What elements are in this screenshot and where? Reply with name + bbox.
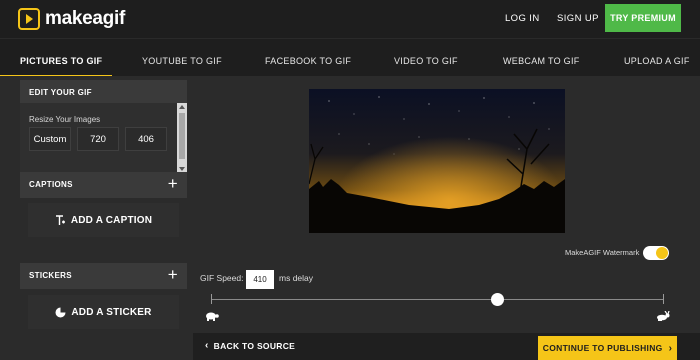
tab-youtube-to-gif[interactable]: YOUTUBE TO GIF: [142, 56, 222, 66]
brand-logo[interactable]: makeagif: [18, 8, 125, 30]
resize-mode-select[interactable]: Custom: [29, 127, 71, 151]
tab-pictures-to-gif[interactable]: PICTURES TO GIF: [20, 56, 102, 66]
scroll-down-icon[interactable]: [179, 167, 185, 171]
resize-scrollbar[interactable]: [177, 103, 187, 173]
add-sticker-button[interactable]: ADD A STICKER: [28, 295, 179, 329]
tab-upload-a-gif[interactable]: UPLOAD A GIF: [624, 56, 690, 66]
login-link[interactable]: LOG IN: [505, 13, 540, 24]
rabbit-icon: [657, 311, 670, 321]
back-to-source-button[interactable]: ‹ BACK TO SOURCE: [205, 340, 295, 351]
tab-video-to-gif[interactable]: VIDEO TO GIF: [394, 56, 458, 66]
play-logo-icon: [18, 8, 40, 30]
watermark-toggle[interactable]: [643, 246, 669, 260]
stickers-header: STICKERS +: [20, 263, 187, 289]
add-caption-plus-icon[interactable]: +: [168, 172, 178, 196]
captions-title: CAPTIONS: [29, 180, 73, 189]
continue-label: CONTINUE TO PUBLISHING: [542, 343, 663, 353]
gif-speed-input[interactable]: 410: [246, 270, 274, 289]
app-root: makeagif LOG IN SIGN UP TRY PREMIUM PICT…: [0, 0, 700, 360]
captions-header: CAPTIONS +: [20, 172, 187, 198]
try-premium-button[interactable]: TRY PREMIUM: [605, 4, 681, 32]
height-input[interactable]: 406: [125, 127, 167, 151]
add-caption-button[interactable]: ADD A CAPTION: [28, 203, 179, 237]
slider-max-tick: [663, 294, 664, 304]
add-sticker-label: ADD A STICKER: [71, 306, 152, 318]
tab-facebook-to-gif[interactable]: FACEBOOK TO GIF: [265, 56, 351, 66]
scroll-up-icon[interactable]: [179, 105, 185, 109]
gif-speed-label: GIF Speed:: [200, 273, 244, 283]
add-sticker-plus-icon[interactable]: +: [168, 263, 178, 287]
gif-preview-image: [309, 89, 565, 233]
signup-link[interactable]: SIGN UP: [557, 13, 599, 24]
turtle-icon: [206, 312, 219, 321]
resize-label: Resize Your Images: [29, 115, 101, 124]
stickers-title: STICKERS: [29, 271, 72, 280]
speed-slider-handle[interactable]: [491, 293, 504, 306]
add-caption-label: ADD A CAPTION: [70, 214, 153, 226]
resize-panel: Resize Your Images Custom 720 406: [20, 103, 187, 173]
chevron-left-icon: ‹: [205, 340, 209, 351]
source-tabs: PICTURES TO GIF YOUTUBE TO GIF FACEBOOK …: [0, 38, 700, 77]
watermark-label: MakeAGIF Watermark: [565, 248, 640, 257]
sticker-icon: [55, 307, 66, 318]
slider-min-tick: [211, 294, 212, 304]
width-input[interactable]: 720: [77, 127, 119, 151]
back-to-source-label: BACK TO SOURCE: [213, 340, 296, 351]
tab-webcam-to-gif[interactable]: WEBCAM TO GIF: [503, 56, 580, 66]
toggle-knob: [656, 247, 668, 259]
brand-name: makeagif: [45, 8, 125, 29]
edit-gif-title: EDIT YOUR GIF: [29, 88, 92, 97]
continue-to-publishing-button[interactable]: CONTINUE TO PUBLISHING ›: [538, 336, 677, 360]
chevron-right-icon: ›: [668, 342, 673, 354]
gif-speed-unit: ms delay: [279, 273, 314, 283]
scrollbar-thumb[interactable]: [179, 113, 185, 159]
text-caption-icon: [55, 214, 66, 226]
top-header: makeagif LOG IN SIGN UP TRY PREMIUM: [0, 0, 700, 38]
speed-slider-track[interactable]: [211, 299, 663, 300]
